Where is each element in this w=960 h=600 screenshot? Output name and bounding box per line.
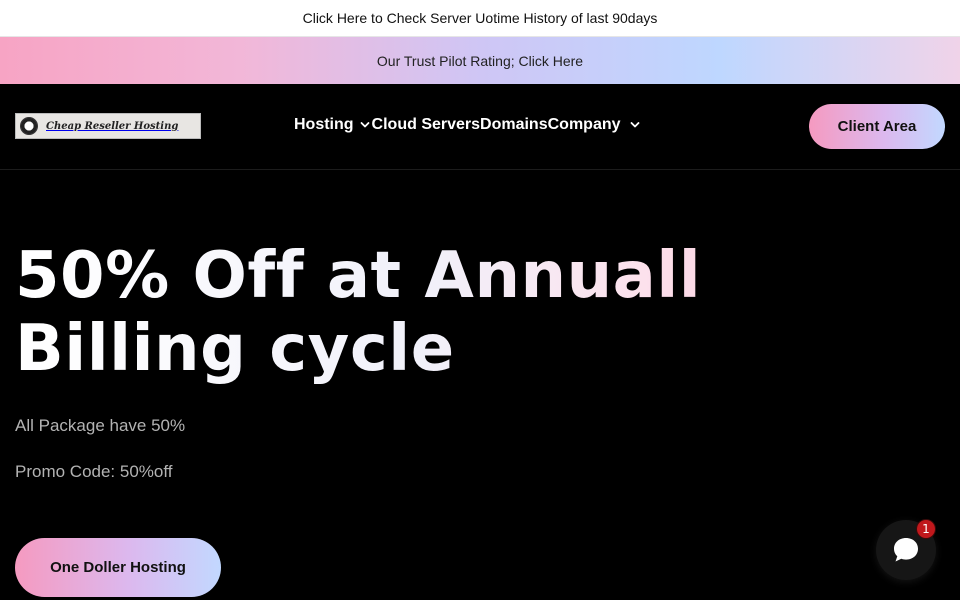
nav-item-cloud-servers[interactable]: Cloud Servers [372,116,480,134]
trustpilot-link[interactable]: Our Trust Pilot Rating; Click Here [377,53,583,69]
nav-item-label: Cloud Servers [371,116,481,133]
client-area-button[interactable]: Client Area [809,104,945,149]
chat-notification-badge: 1 [916,519,936,539]
nav-item-label: Domains [480,116,548,133]
top-announcement-bar: Click Here to Check Server Uotime Histor… [0,0,960,37]
trustpilot-bar: Our Trust Pilot Rating; Click Here [0,37,960,84]
hero-line-discount: All Package have 50% [15,416,186,435]
nav-item-label: Company [547,116,621,133]
nav-item-domains[interactable]: Domains [480,116,548,134]
chevron-down-icon [360,120,370,130]
chevron-down-icon [630,120,640,130]
logo-mark-icon [20,117,38,135]
hero-line-promo-code: Promo Code: 50%off [15,462,173,481]
site-header: Cheap Reseller Hosting Hosting Cloud Ser… [0,84,960,170]
nav-item-label: Hosting [294,116,354,133]
logo-text: Cheap Reseller Hosting [46,120,179,132]
hero-title: 50% Off at Annuall Billing cycle [15,240,915,386]
one-dollar-hosting-button[interactable]: One Doller Hosting [15,538,221,597]
site-logo[interactable]: Cheap Reseller Hosting [15,113,201,139]
nav-item-company[interactable]: Company [548,116,642,134]
chat-icon [890,534,922,566]
nav-item-hosting[interactable]: Hosting [294,116,372,134]
main-nav: Hosting Cloud Servers Domains Company [294,116,642,134]
chat-widget-button[interactable]: 1 [876,519,936,580]
uptime-history-link[interactable]: Click Here to Check Server Uotime Histor… [303,10,658,26]
